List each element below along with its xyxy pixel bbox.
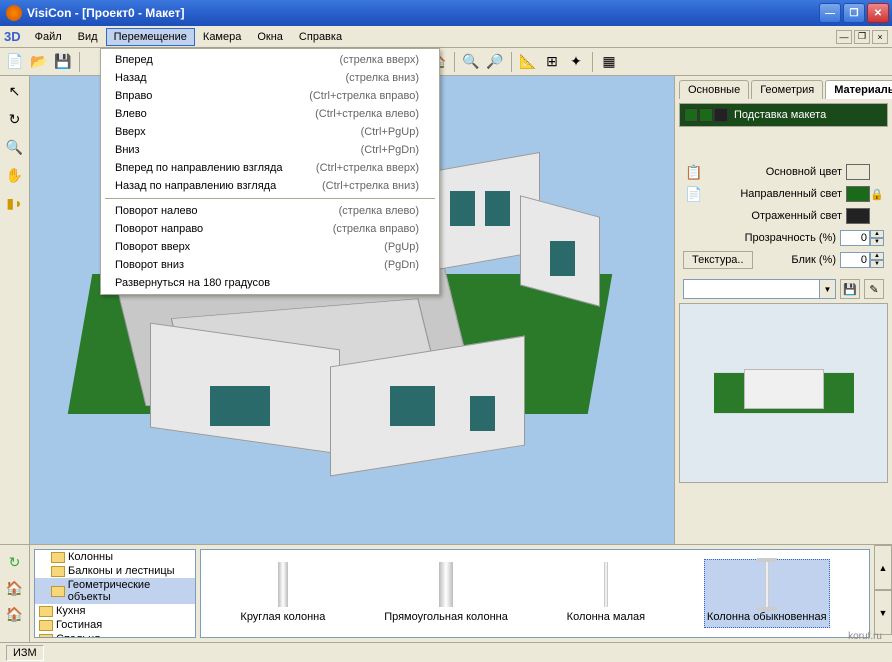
statusbar: ИЗМ <box>0 642 892 662</box>
titlebar: VisiCon - [Проект0 - Макет] — ❐ ✕ <box>0 0 892 26</box>
menu-windows[interactable]: Окна <box>249 28 291 46</box>
glare-input[interactable] <box>840 252 870 268</box>
menu-item-Назад[interactable]: Назад(стрелка вниз) <box>103 69 437 87</box>
tree-item[interactable]: Спальня <box>35 632 195 638</box>
edit-material-icon[interactable]: ✎ <box>864 279 884 299</box>
mdi-restore[interactable]: ❐ <box>854 30 870 44</box>
select-icon[interactable]: ↖ <box>4 80 26 102</box>
material-preview <box>679 303 888 483</box>
zoom-tool-icon[interactable]: 🔍 <box>4 136 26 158</box>
main-color-swatch[interactable] <box>846 164 870 180</box>
tree-item[interactable]: Кухня <box>35 604 195 618</box>
save-icon[interactable]: 💾 <box>52 51 74 73</box>
zoom-out-icon[interactable]: 🔎 <box>484 51 506 73</box>
menu-item-Поворот налево[interactable]: Поворот налево(стрелка влево) <box>103 202 437 220</box>
paste-icon[interactable]: 📄 <box>683 183 705 205</box>
walk-icon[interactable]: ▮◗ <box>4 192 26 214</box>
refl-light-swatch[interactable] <box>846 208 870 224</box>
pan-icon[interactable]: ✋ <box>4 164 26 186</box>
mdi-close[interactable]: × <box>872 30 888 44</box>
menu-item-Влево[interactable]: Влево(Ctrl+стрелка влево) <box>103 105 437 123</box>
app-icon <box>6 5 22 21</box>
app-3d-logo: 3D <box>4 29 21 44</box>
new-icon[interactable]: 📄 <box>4 51 26 73</box>
catalog-panel: ↻ 🏠 🏠 КолонныБалконы и лестницыГеометрич… <box>0 544 892 642</box>
menu-item-Поворот направо[interactable]: Поворот направо(стрелка вправо) <box>103 220 437 238</box>
glare-down[interactable]: ▼ <box>870 260 884 268</box>
scene2-icon[interactable]: 🏠 <box>4 603 26 625</box>
lock-icon[interactable]: 🔒 <box>870 188 884 201</box>
tree-item[interactable]: Балконы и лестницы <box>35 564 195 578</box>
swatch-1 <box>684 108 698 122</box>
mdi-minimize[interactable]: — <box>836 30 852 44</box>
transparency-input[interactable] <box>840 230 870 246</box>
catalog-tree[interactable]: КолонныБалконы и лестницыГеометрические … <box>34 549 196 638</box>
catalog-scroll-up[interactable]: ▲ <box>874 545 892 590</box>
watermark-url: koruf.ru <box>848 631 882 642</box>
window-title: VisiCon - [Проект0 - Макет] <box>27 6 819 20</box>
refl-light-label: Отраженный свет <box>705 210 842 222</box>
measure-icon[interactable]: 📐 <box>517 51 539 73</box>
render-icon[interactable]: ▦ <box>598 51 620 73</box>
menu-camera[interactable]: Камера <box>195 28 249 46</box>
swatch-2 <box>699 108 713 122</box>
tab-main[interactable]: Основные <box>679 80 749 99</box>
open-icon[interactable]: 📂 <box>28 51 50 73</box>
vertical-toolbar: ↖ ↻ 🔍 ✋ ▮◗ <box>0 76 30 544</box>
material-combo[interactable]: ▼ <box>683 279 836 299</box>
material-name: Подставка макета <box>734 109 826 121</box>
maximize-button[interactable]: ❐ <box>843 3 865 23</box>
menu-item-Назад по направлению взгляда[interactable]: Назад по направлению взгляда(Ctrl+стрелк… <box>103 177 437 195</box>
tab-materials[interactable]: Материалы <box>825 80 892 99</box>
catalog-items: Круглая колонна Прямоугольная колонна Коло… <box>200 549 870 638</box>
dir-light-swatch[interactable] <box>846 186 870 202</box>
menu-move[interactable]: Перемещение <box>106 28 195 46</box>
copy-icon[interactable]: 📋 <box>683 161 705 183</box>
menu-view[interactable]: Вид <box>70 28 106 46</box>
menu-item-Вверх[interactable]: Вверх(Ctrl+PgUp) <box>103 123 437 141</box>
axis-icon[interactable]: ✦ <box>565 51 587 73</box>
move-dropdown: Вперед(стрелка вверх)Назад(стрелка вниз)… <box>100 48 440 295</box>
minimize-button[interactable]: — <box>819 3 841 23</box>
menu-help[interactable]: Справка <box>291 28 350 46</box>
menu-item-Развернуться на 180 градусов[interactable]: Развернуться на 180 градусов <box>103 274 437 292</box>
menu-file[interactable]: Файл <box>27 28 70 46</box>
glare-label: Блик (%) <box>753 254 836 266</box>
menu-item-Поворот вверх[interactable]: Поворот вверх(PgUp) <box>103 238 437 256</box>
catalog-item[interactable]: Колонна малая <box>567 562 645 624</box>
catalog-scroll-down[interactable]: ▼ <box>874 590 892 635</box>
tab-geometry[interactable]: Геометрия <box>751 80 823 99</box>
menu-item-Вниз[interactable]: Вниз(Ctrl+PgDn) <box>103 141 437 159</box>
transparency-down[interactable]: ▼ <box>870 238 884 246</box>
menu-item-Вперед по направлению взгляда[interactable]: Вперед по направлению взгляда(Ctrl+стрел… <box>103 159 437 177</box>
orbit-icon[interactable]: ↻ <box>4 108 26 130</box>
menu-item-Вправо[interactable]: Вправо(Ctrl+стрелка вправо) <box>103 87 437 105</box>
close-button[interactable]: ✕ <box>867 3 889 23</box>
refresh-icon[interactable]: ↻ <box>4 551 26 573</box>
save-material-icon[interactable]: 💾 <box>840 279 860 299</box>
transparency-up[interactable]: ▲ <box>870 230 884 238</box>
menu-item-Вперед[interactable]: Вперед(стрелка вверх) <box>103 51 437 69</box>
tree-item[interactable]: Геометрические объекты <box>35 578 195 604</box>
main-color-label: Основной цвет <box>705 166 842 178</box>
catalog-item[interactable]: Круглая колонна <box>240 562 325 624</box>
material-header[interactable]: Подставка макета <box>680 104 887 126</box>
transparency-label: Прозрачность (%) <box>683 232 836 244</box>
status-mode: ИЗМ <box>6 645 44 661</box>
menu-item-Поворот вниз[interactable]: Поворот вниз(PgDn) <box>103 256 437 274</box>
catalog-item[interactable]: Прямоугольная колонна <box>384 562 508 624</box>
scene-icon[interactable]: 🏠 <box>4 577 26 599</box>
dir-light-label: Направленный свет <box>705 188 842 200</box>
tree-item[interactable]: Гостиная <box>35 618 195 632</box>
zoom-in-icon[interactable]: 🔍 <box>460 51 482 73</box>
glare-up[interactable]: ▲ <box>870 252 884 260</box>
snap-icon[interactable]: ⊞ <box>541 51 563 73</box>
swatch-3 <box>714 108 728 122</box>
texture-button[interactable]: Текстура.. <box>683 251 753 269</box>
properties-panel: Основные Геометрия Материалы Подставка м… <box>674 76 892 544</box>
tree-item[interactable]: Колонны <box>35 550 195 564</box>
menubar: 3D Файл Вид Перемещение Камера Окна Спра… <box>0 26 892 48</box>
catalog-item[interactable]: Колонна обыкновенная <box>704 559 830 627</box>
